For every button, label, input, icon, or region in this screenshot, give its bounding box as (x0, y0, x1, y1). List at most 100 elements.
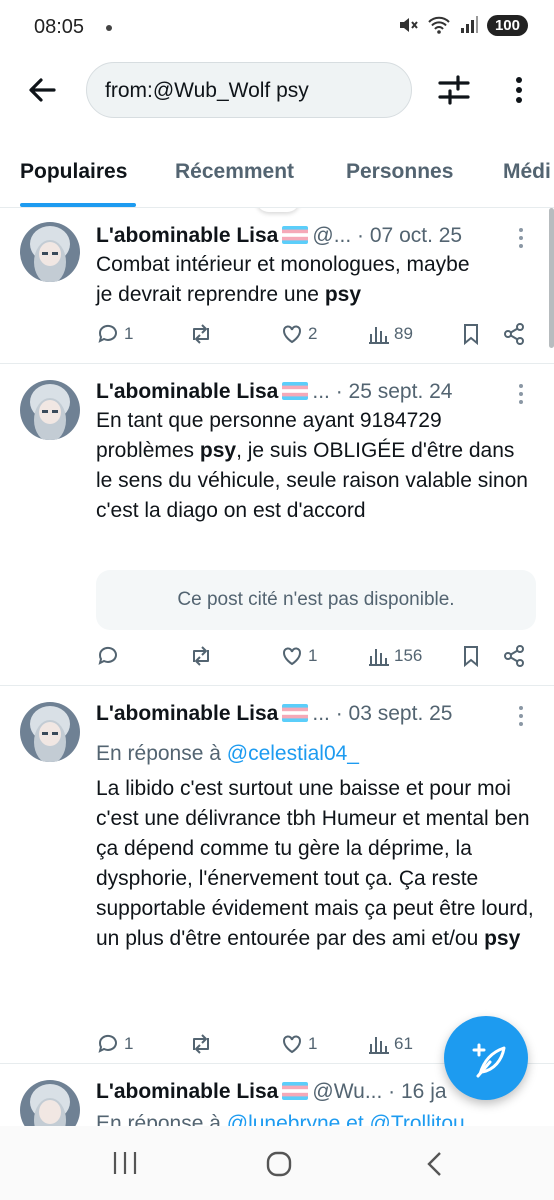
post-menu-icon[interactable] (516, 704, 526, 728)
post-date: · 03 sept. 25 (335, 702, 453, 725)
feather-plus-icon (472, 1043, 506, 1078)
author-name[interactable]: L'abominable Lisa (96, 380, 278, 403)
like-button[interactable]: 1 (280, 644, 317, 668)
quoted-post-unavailable[interactable]: Ce post cité n'est pas disponible. (96, 570, 536, 630)
repost-button[interactable] (188, 644, 218, 668)
tab-populaires[interactable]: Populaires (20, 160, 127, 184)
reply-count: 1 (124, 1034, 134, 1053)
search-tabs: Populaires Récemment Personnes Médi (0, 140, 554, 208)
mute-icon (399, 18, 418, 32)
repost-button[interactable] (188, 322, 218, 346)
post-card[interactable]: L'abominable Lisa... · 25 sept. 24 En ta… (0, 364, 554, 686)
highlighted-term: psy (324, 283, 361, 306)
wifi-icon (428, 16, 450, 34)
post-text: En tant que personne ayant 9184729 probl… (96, 406, 536, 526)
share-button[interactable] (502, 322, 526, 346)
reply-mention-link[interactable]: @lunebryne et @Trollitou (227, 1112, 465, 1126)
recent-apps-icon[interactable] (110, 1150, 140, 1176)
avatar[interactable] (20, 1080, 80, 1126)
post-header: L'abominable Lisa @... · 07 oct. 25 (96, 224, 462, 248)
tab-medias[interactable]: Médi (503, 160, 551, 184)
views-button[interactable]: 156 (368, 644, 422, 668)
post-date: · 16 ja (388, 1080, 447, 1103)
heart-icon (283, 647, 301, 666)
back-nav-icon[interactable] (424, 1150, 444, 1178)
bookmark-button[interactable] (460, 644, 482, 668)
reply-mention-link[interactable]: @celestial04_ (227, 742, 359, 765)
post-text-segment: je devrait reprendre une (96, 283, 325, 306)
repost-icon (193, 324, 209, 344)
share-button[interactable] (502, 644, 526, 668)
author-handle: ... (312, 702, 330, 725)
search-query[interactable]: from:@Wub_Wolf psy (105, 79, 309, 103)
post-header: L'abominable Lisa... · 25 sept. 24 (96, 380, 452, 404)
avatar[interactable] (20, 702, 80, 762)
like-button[interactable]: 1 (280, 1032, 317, 1056)
back-arrow-icon[interactable] (24, 72, 60, 108)
active-tab-indicator (20, 203, 136, 207)
views-chart-icon (369, 1037, 389, 1054)
post-date: · 07 oct. 25 (357, 224, 463, 247)
more-vertical-icon[interactable] (504, 72, 534, 108)
post-text: La libido c'est surtout une baisse et po… (96, 774, 536, 954)
status-bar: 08:05 100 (0, 0, 554, 56)
repost-button[interactable] (188, 1032, 218, 1056)
trans-flag-icon (282, 704, 309, 722)
reply-prefix: En réponse à (96, 1112, 227, 1126)
share-icon (504, 645, 524, 667)
views-button[interactable]: 61 (368, 1032, 413, 1056)
reply-button[interactable]: 1 (96, 1032, 133, 1056)
author-name[interactable]: L'abominable Lisa (96, 224, 278, 247)
post-text: Combat intérieur et monologues, maybe je… (96, 250, 536, 310)
reply-icon (98, 646, 117, 665)
author-handle: @Wu... (312, 1080, 383, 1103)
reply-icon (98, 1034, 117, 1053)
view-count: 61 (394, 1034, 413, 1053)
post-text-line: je devrait reprendre une psy (96, 280, 536, 310)
filter-sliders-icon[interactable] (436, 72, 472, 108)
post-text-line: Combat intérieur et monologues, maybe (96, 253, 470, 276)
views-button[interactable]: 89 (368, 322, 413, 346)
post-menu-icon[interactable] (516, 382, 526, 406)
post-card[interactable]: L'abominable Lisa @... · 07 oct. 25 Comba… (0, 208, 554, 364)
signal-icon (460, 16, 478, 33)
trans-flag-icon (282, 382, 309, 400)
reply-button[interactable] (96, 644, 124, 668)
notification-dot-icon (106, 25, 112, 31)
author-name[interactable]: L'abominable Lisa (96, 1080, 278, 1103)
highlighted-term: psy (484, 927, 521, 950)
bookmark-button[interactable] (460, 322, 482, 346)
search-results-feed[interactable]: L'abominable Lisa @... · 07 oct. 25 Comba… (0, 208, 554, 1126)
post-card[interactable]: L'abominable Lisa... · 03 sept. 25 En ré… (0, 686, 554, 1064)
status-time: 08:05 (34, 16, 85, 38)
post-header: L'abominable Lisa @Wu... · 16 ja (96, 1080, 447, 1104)
reply-count: 1 (124, 324, 134, 343)
search-input[interactable]: from:@Wub_Wolf psy (86, 62, 412, 118)
home-icon[interactable] (265, 1150, 293, 1178)
post-header: L'abominable Lisa... · 03 sept. 25 (96, 702, 452, 726)
author-handle: ... (312, 380, 330, 403)
author-name[interactable]: L'abominable Lisa (96, 702, 278, 725)
highlighted-term: psy (199, 439, 237, 462)
trans-flag-icon (282, 1082, 309, 1100)
author-handle: @... (312, 224, 352, 247)
search-header: from:@Wub_Wolf psy (0, 58, 554, 122)
compose-post-button[interactable] (444, 1016, 528, 1100)
scrollbar[interactable] (549, 208, 554, 348)
post-menu-icon[interactable] (516, 226, 526, 250)
battery-badge: 100 (486, 14, 528, 36)
heart-icon (283, 1035, 301, 1054)
avatar[interactable] (20, 222, 80, 282)
tab-recemment[interactable]: Récemment (175, 160, 294, 184)
like-button[interactable]: 2 (280, 322, 317, 346)
status-icons: 100 (397, 14, 528, 36)
reply-button[interactable]: 1 (96, 322, 133, 346)
reply-context: En réponse à @lunebryne et @Trollitou (96, 1112, 465, 1126)
reply-icon (98, 324, 117, 343)
repost-icon (193, 646, 209, 666)
like-count: 2 (308, 324, 318, 343)
share-icon (504, 323, 524, 345)
avatar[interactable] (20, 380, 80, 440)
reply-prefix: En réponse à (96, 742, 227, 765)
tab-personnes[interactable]: Personnes (346, 160, 453, 184)
